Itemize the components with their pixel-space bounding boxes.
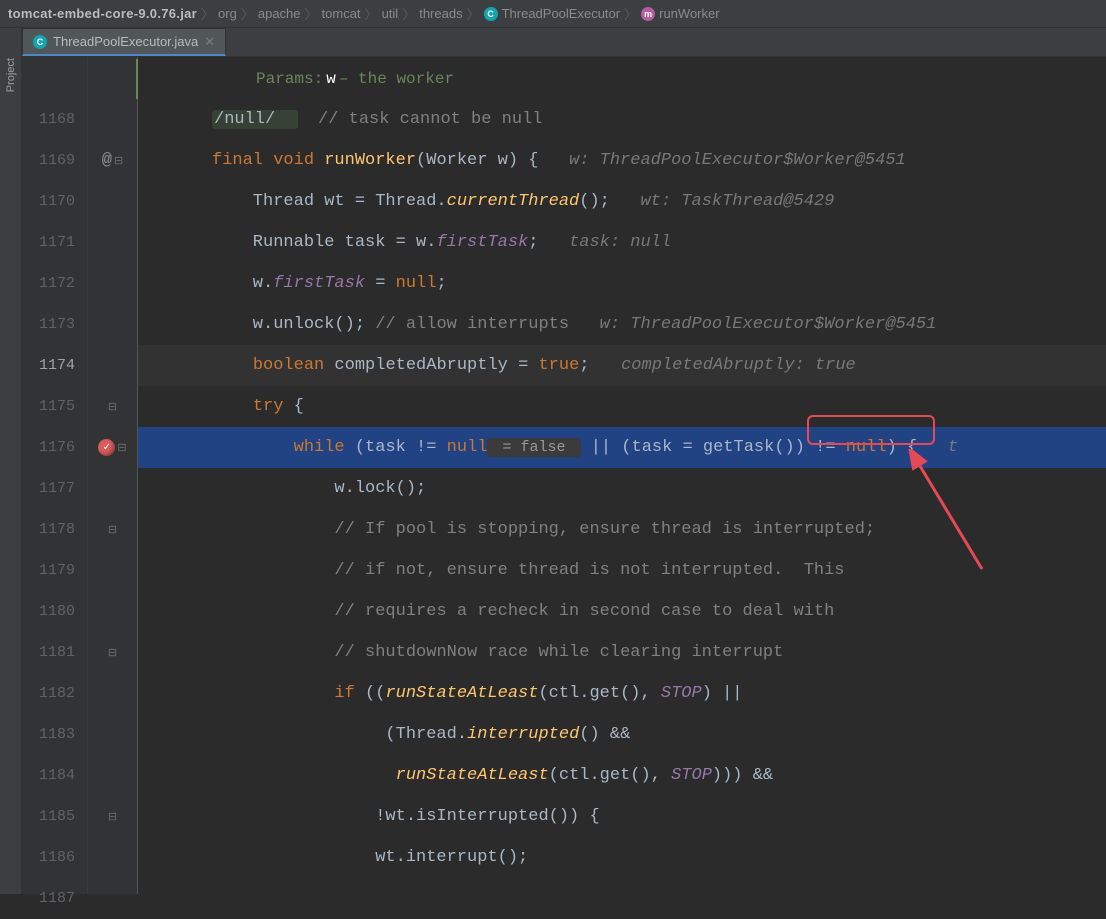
line-number[interactable]: 1176 <box>22 427 87 468</box>
breadcrumb-seg[interactable]: util <box>380 6 401 21</box>
line-number[interactable]: 1185 <box>22 796 87 837</box>
class-icon: C <box>33 35 47 49</box>
breadcrumb-method[interactable]: m runWorker <box>639 6 721 21</box>
gutter-row[interactable] <box>88 181 137 222</box>
tab-filename: ThreadPoolExecutor.java <box>53 34 198 49</box>
code-line: if ((runStateAtLeast(ctl.get(), STOP) || <box>138 673 1106 714</box>
gutter-row[interactable] <box>88 345 137 386</box>
annotation-highlight-box <box>807 415 935 445</box>
breadcrumb-seg[interactable]: threads <box>417 6 464 21</box>
breadcrumb-class-label: ThreadPoolExecutor <box>502 6 621 21</box>
line-number[interactable]: 1172 <box>22 263 87 304</box>
chevron-right-icon: 〉 <box>199 4 216 23</box>
code-line: final void runWorker(Worker w) { w: Thre… <box>138 140 1106 181</box>
code-line: Runnable task = w.firstTask; task: null <box>138 222 1106 263</box>
fold-icon[interactable]: ⊟ <box>117 441 126 455</box>
gutter-row[interactable] <box>88 222 137 263</box>
chevron-right-icon: 〉 <box>303 4 320 23</box>
code-line: try { <box>138 386 1106 427</box>
gutter-row[interactable]: ⊟ <box>88 509 137 550</box>
line-number[interactable]: 1170 <box>22 181 87 222</box>
gutter-row[interactable] <box>88 591 137 632</box>
annotation-arrow-icon <box>902 449 1002 589</box>
line-number[interactable]: 1169 <box>22 140 87 181</box>
method-icon: m <box>641 7 655 21</box>
fold-icon[interactable]: ⊟ <box>108 646 117 660</box>
code-line-current: boolean completedAbruptly = true; comple… <box>138 345 1106 386</box>
code-line: // requires a recheck in second case to … <box>138 591 1106 632</box>
line-number[interactable]: 1187 <box>22 878 87 919</box>
code-line: wt.interrupt(); <box>138 837 1106 878</box>
breadcrumb-seg[interactable]: apache <box>256 6 303 21</box>
close-icon[interactable]: ✕ <box>204 34 215 50</box>
line-number[interactable]: 1173 <box>22 304 87 345</box>
gutter-row[interactable]: ✓⊟ <box>88 427 137 468</box>
code-line: !wt.isInterrupted()) { <box>138 796 1106 837</box>
line-number[interactable]: 1179 <box>22 550 87 591</box>
gutter-row[interactable] <box>88 263 137 304</box>
gutter-row[interactable] <box>88 714 137 755</box>
gutter-row[interactable]: @⊟ <box>88 140 137 181</box>
fold-icon[interactable]: ⊟ <box>108 523 117 537</box>
breadcrumb-seg[interactable]: org <box>216 6 239 21</box>
code-line: w.firstTask = null; <box>138 263 1106 304</box>
code-line: // shutdownNow race while clearing inter… <box>138 632 1106 673</box>
line-number[interactable]: 1186 <box>22 837 87 878</box>
fold-icon[interactable]: ⊟ <box>108 400 117 414</box>
line-number[interactable]: 1171 <box>22 222 87 263</box>
line-numbers[interactable]: 1168116911701171117211731174117511761177… <box>22 57 88 894</box>
gutter-row[interactable] <box>88 468 137 509</box>
gutter-row[interactable] <box>88 755 137 796</box>
line-number[interactable]: 1168 <box>22 99 87 140</box>
gutter-row[interactable] <box>88 837 137 878</box>
code-line: runStateAtLeast(ctl.get(), STOP))) && <box>138 755 1106 796</box>
line-number[interactable]: 1175 <box>22 386 87 427</box>
project-label: Project <box>5 58 17 92</box>
editor-tab-active[interactable]: C ThreadPoolExecutor.java ✕ <box>22 28 226 56</box>
gutter-row[interactable] <box>88 304 137 345</box>
line-number[interactable]: 1181 <box>22 632 87 673</box>
code-line: /null/ // task cannot be null <box>138 99 1106 140</box>
line-number[interactable]: 1183 <box>22 714 87 755</box>
gutter-row[interactable] <box>88 550 137 591</box>
override-icon[interactable]: @ <box>102 151 112 170</box>
project-toolwindow-button[interactable]: Project <box>0 28 22 894</box>
fold-icon[interactable]: ⊟ <box>114 154 123 168</box>
breakpoint-icon[interactable]: ✓ <box>98 439 115 456</box>
gutter-row[interactable]: ⊟ <box>88 386 137 427</box>
line-number[interactable]: 1177 <box>22 468 87 509</box>
code-line: w.unlock(); // allow interrupts w: Threa… <box>138 304 1106 345</box>
line-number[interactable]: 1180 <box>22 591 87 632</box>
param-hint-sticky: Params: w – the worker <box>136 59 1106 99</box>
gutter-row[interactable]: ⊟ <box>88 632 137 673</box>
breadcrumb-nav[interactable]: tomcat-embed-core-9.0.76.jar 〉 org 〉 apa… <box>0 0 1106 28</box>
line-number[interactable]: 1182 <box>22 673 87 714</box>
breadcrumb-seg[interactable]: tomcat <box>320 6 363 21</box>
gutter-icons[interactable]: @⊟⊟✓⊟⊟⊟⊟ <box>88 57 138 894</box>
chevron-right-icon: 〉 <box>465 4 482 23</box>
gutter-row[interactable] <box>88 878 137 919</box>
gutter: 1168116911701171117211731174117511761177… <box>22 57 138 894</box>
line-number[interactable]: 1184 <box>22 755 87 796</box>
chevron-right-icon: 〉 <box>622 4 639 23</box>
code-line: (Thread.interrupted() && <box>138 714 1106 755</box>
code-line: Thread wt = Thread.currentThread(); wt: … <box>138 181 1106 222</box>
param-label: Params: <box>256 70 323 88</box>
chevron-right-icon: 〉 <box>239 4 256 23</box>
line-number[interactable]: 1174 <box>22 345 87 386</box>
chevron-right-icon: 〉 <box>400 4 417 23</box>
gutter-row[interactable] <box>88 99 137 140</box>
gutter-row[interactable]: ⊟ <box>88 796 137 837</box>
chevron-right-icon: 〉 <box>363 4 380 23</box>
gutter-row[interactable] <box>88 673 137 714</box>
breadcrumb-method-label: runWorker <box>659 6 719 21</box>
class-icon: C <box>484 7 498 21</box>
fold-icon[interactable]: ⊟ <box>108 810 117 824</box>
breadcrumb-jar[interactable]: tomcat-embed-core-9.0.76.jar <box>6 6 199 21</box>
line-number[interactable]: 1178 <box>22 509 87 550</box>
breadcrumb-class[interactable]: C ThreadPoolExecutor <box>482 6 623 21</box>
editor-tabbar: C ThreadPoolExecutor.java ✕ <box>22 28 1106 57</box>
code-editor[interactable]: 1168116911701171117211731174117511761177… <box>22 57 1106 894</box>
